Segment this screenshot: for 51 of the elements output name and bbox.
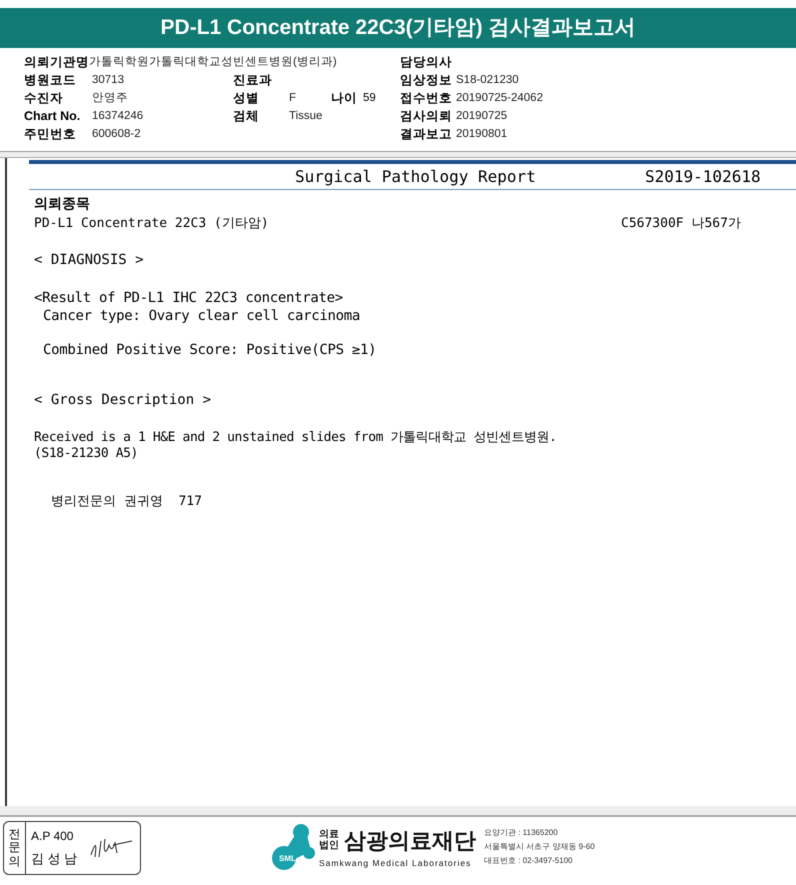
field-label: 접수번호: [400, 90, 453, 108]
field-value: 600608-2: [92, 126, 141, 142]
test-name: PD-L1 Concentrate 22C3 (기타암): [34, 215, 270, 233]
report-title: PD-L1 Concentrate 22C3(기타암) 검사결과보고서: [0, 8, 796, 48]
field-value: Tissue: [289, 108, 322, 124]
field-value: 가톨릭학원가톨릭대학교성빈센트병원(병리과): [89, 54, 337, 70]
result-text: Cancer type: Ovary clear cell carcinoma: [42, 307, 362, 324]
field-label: 성별: [233, 90, 260, 108]
section-label: 의뢰종목: [34, 195, 91, 214]
field-label: 결과보고: [400, 126, 453, 144]
field-value: 16374246: [92, 108, 144, 124]
section-heading: < Gross Description >: [34, 391, 212, 410]
field-value: S18-021230: [456, 72, 519, 88]
report-heading: Surgical Pathology Report: [295, 166, 537, 188]
field-value: 안영주: [92, 90, 128, 106]
description-text: Received is a 1 H&E and 2 unstained slides from 가톨릭대학교 성빈센트병원.: [34, 429, 558, 444]
field-value: 20190725-24062: [456, 90, 543, 106]
org-name: 삼광의료재단: [344, 827, 476, 856]
field-label: 담당의사: [400, 54, 453, 72]
field-label: Chart No.: [24, 108, 82, 126]
contact-text: 대표번호 : 02-3497-5100: [484, 855, 574, 867]
field-label: 검사의뢰: [400, 108, 453, 126]
org-type: 의료법인: [319, 830, 340, 852]
pathologist-signature: 병리전문의 권귀영 717: [50, 493, 203, 510]
result-text: <Result of PD-L1 IHC 22C3 concentrate>: [34, 289, 344, 306]
field-label: 진료과: [233, 72, 273, 90]
field-value: F: [289, 90, 298, 106]
field-label: 주민번호: [24, 126, 77, 144]
field-label: 의뢰기관명: [24, 54, 89, 72]
field-value: 20190801: [456, 126, 508, 142]
field-value: 30713: [92, 72, 124, 88]
contact-text: 요양기관 : 11365200: [484, 827, 559, 839]
logo-text: SML: [279, 853, 296, 865]
field-label: 나이: [331, 90, 358, 108]
stamp-code: A.P 400: [31, 828, 74, 846]
org-english-name: Samkwang Medical Laboratories: [319, 857, 472, 870]
description-text: (S18-21230 A5): [34, 445, 139, 460]
section-heading: < DIAGNOSIS >: [34, 251, 145, 270]
stamp-side-text: 전문의: [8, 828, 20, 868]
field-label: 수진자: [24, 90, 64, 108]
field-value: 59: [363, 90, 376, 106]
field-label: 검체: [233, 108, 260, 126]
field-label: 임상정보: [400, 72, 453, 90]
test-code: C567300F 나567가: [621, 215, 741, 233]
stamp-name: 김 성 남: [31, 850, 78, 868]
logo-icon: [271, 823, 315, 871]
field-label: 병원코드: [24, 72, 77, 90]
report-number: S2019-102618: [645, 166, 761, 188]
result-text: Combined Positive Score: Positive(CPS ≥1): [42, 341, 378, 358]
contact-text: 서울특별시 서초구 양재동 9-60: [484, 841, 595, 853]
field-value: 20190725: [456, 108, 508, 124]
